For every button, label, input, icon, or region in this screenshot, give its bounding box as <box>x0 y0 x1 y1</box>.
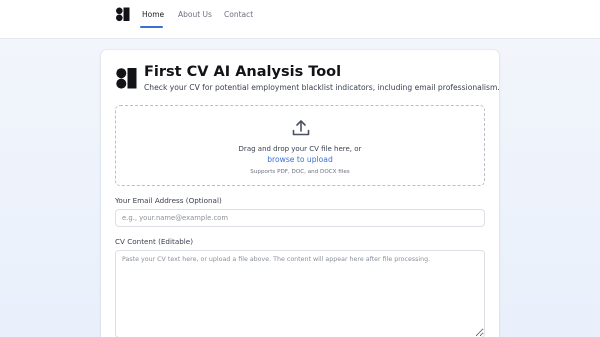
email-label: Your Email Address (Optional) <box>115 196 222 205</box>
supported-formats-note: Supports PDF, DOC, and DOCX files <box>250 169 350 175</box>
nav-link-contact[interactable]: Contact <box>224 10 253 20</box>
email-input[interactable] <box>115 209 485 227</box>
brand-logo-icon <box>116 68 137 89</box>
dropzone-instruction: Drag and drop your CV file here, or <box>238 145 362 153</box>
browse-to-upload-link[interactable]: browse to upload <box>267 155 333 164</box>
cv-content-textarea[interactable] <box>115 250 485 337</box>
page-title: First CV AI Analysis Tool <box>144 64 342 80</box>
cv-content-label: CV Content (Editable) <box>115 237 194 246</box>
top-navbar: Home About Us Contact <box>0 0 600 39</box>
brand-logo-icon[interactable] <box>115 6 131 22</box>
upload-icon <box>292 120 310 136</box>
page-subtitle: Check your CV for potential employment b… <box>144 83 500 92</box>
nav-link-home[interactable]: Home <box>142 10 164 20</box>
nav-link-about-us[interactable]: About Us <box>178 10 212 20</box>
analysis-card: First CV AI Analysis Tool Check your CV … <box>101 50 500 337</box>
nav-active-indicator <box>140 26 163 28</box>
file-dropzone[interactable]: Drag and drop your CV file here, or brow… <box>115 105 485 186</box>
